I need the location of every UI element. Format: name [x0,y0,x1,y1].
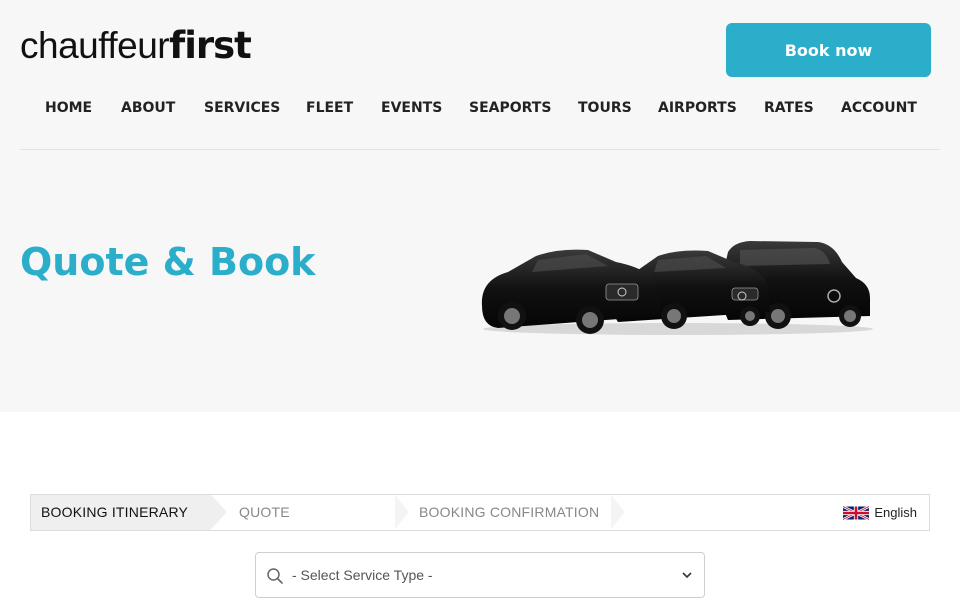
nav-item-airports[interactable]: AIRPORTS [658,96,737,120]
language-selector[interactable]: English [843,495,917,530]
header-divider [20,149,940,150]
nav-item-events[interactable]: EVENTS [381,96,442,120]
nav-item-services[interactable]: SERVICES [204,96,280,120]
book-now-button[interactable]: Book now [726,23,931,77]
step-booking-confirmation[interactable]: BOOKING CONFIRMATION [419,495,599,530]
hero-section: chauffeurfirst Book now HOME ABOUT SERVI… [0,0,960,412]
uk-flag-icon [843,505,870,520]
search-icon [267,568,283,584]
luxury-cars-image [481,241,873,335]
chevron-down-icon [682,572,692,579]
step-separator [611,495,625,529]
nav-item-seaports[interactable]: SEAPORTS [469,96,551,120]
service-type-value: - Select Service Type - [292,567,433,583]
nav-item-account[interactable]: ACCOUNT [841,96,917,120]
service-type-select[interactable]: - Select Service Type - [255,552,705,598]
step-quote[interactable]: QUOTE [239,495,290,530]
logo-bold-text: first [169,24,252,67]
nav-item-about[interactable]: ABOUT [121,96,175,120]
nav-item-tours[interactable]: TOURS [578,96,632,120]
page-title: Quote & Book [20,240,316,284]
main-nav: HOME ABOUT SERVICES FLEET EVENTS SEAPORT… [20,96,940,120]
logo-light-text: chauffeur [20,25,170,66]
nav-item-rates[interactable]: RATES [764,96,814,120]
step-active-arrow [211,495,227,529]
step-separator [395,495,409,529]
booking-steps: BOOKING ITINERARY QUOTE BOOKING CONFIRMA… [30,494,930,531]
nav-item-home[interactable]: HOME [45,96,92,120]
step-booking-itinerary[interactable]: BOOKING ITINERARY [31,495,211,530]
logo[interactable]: chauffeurfirst [20,24,252,67]
nav-item-fleet[interactable]: FLEET [306,96,353,120]
language-label: English [874,505,917,520]
